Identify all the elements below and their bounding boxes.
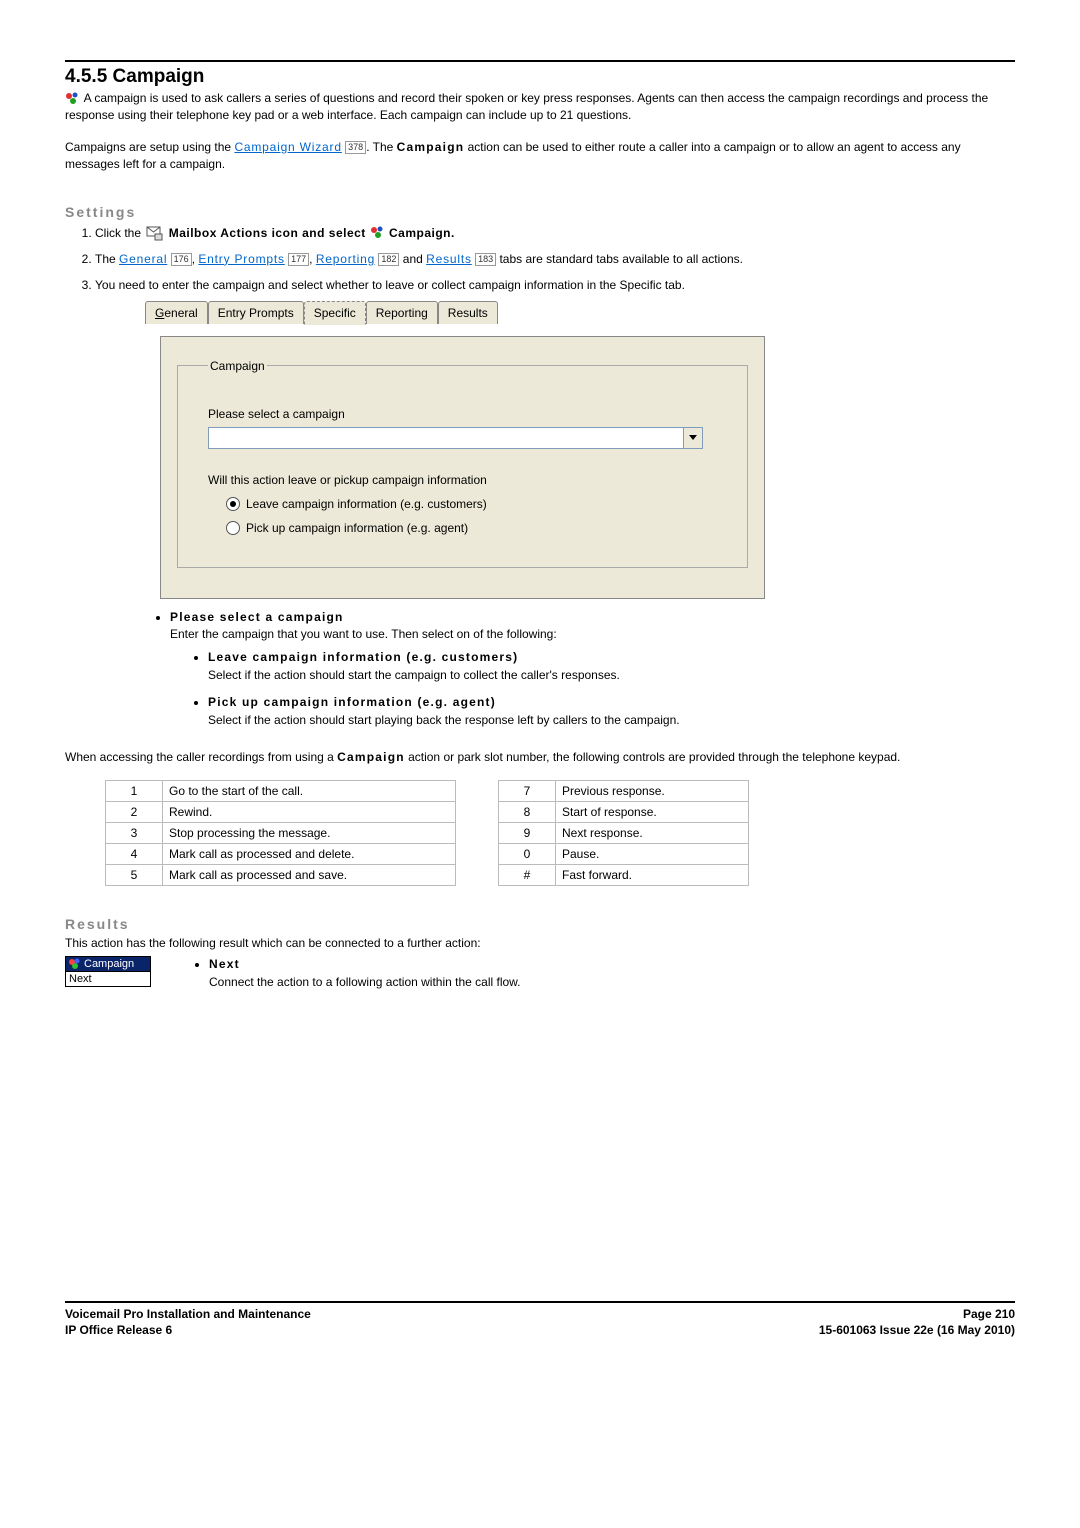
table-row: 4 Mark call as processed and delete. 0 P… — [106, 844, 749, 865]
fieldset-legend: Campaign — [208, 357, 267, 375]
radio-dot-icon — [226, 497, 240, 511]
step-1: Click the Mailbox Actions icon and selec… — [95, 224, 1015, 242]
campaign-combobox[interactable] — [208, 427, 703, 449]
list-item: Please select a campaign Enter the campa… — [170, 609, 1015, 729]
section-heading: 4.5.5 Campaign — [65, 66, 1015, 88]
chevron-down-icon[interactable] — [683, 427, 703, 449]
campaign-icon — [370, 226, 386, 240]
page-ref: 177 — [288, 253, 309, 266]
radio-pickup-label: Pick up campaign information (e.g. agent… — [246, 519, 468, 537]
campaign-icon — [65, 92, 81, 106]
keypad-intro: When accessing the caller recordings fro… — [65, 749, 1015, 766]
radio-leave-label: Leave campaign information (e.g. custome… — [246, 495, 487, 513]
campaign-fieldset: Campaign Please select a campaign Will t… — [177, 357, 748, 568]
radio-pickup[interactable]: Pick up campaign information (e.g. agent… — [226, 519, 717, 537]
results-row: Campaign Next Next Connect the action to… — [65, 956, 1015, 991]
table-row: 2 Rewind. 8 Start of response. — [106, 802, 749, 823]
field-descriptions: Please select a campaign Enter the campa… — [65, 609, 1015, 729]
step-3: You need to enter the campaign and selec… — [95, 276, 1015, 599]
node-title: Campaign — [84, 958, 134, 970]
table-row: 3 Stop processing the message. 9 Next re… — [106, 823, 749, 844]
page-footer: Voicemail Pro Installation and Maintenan… — [65, 1301, 1015, 1338]
page-ref: 183 — [475, 253, 496, 266]
intro-text-1: A campaign is used to ask callers a seri… — [65, 91, 988, 122]
page-ref: 378 — [345, 141, 366, 154]
campaign-bold: Campaign — [397, 140, 465, 154]
select-campaign-label: Please select a campaign — [208, 405, 717, 423]
campaign-node: Campaign Next — [65, 956, 151, 987]
tab-entry-prompts[interactable]: Entry Prompts — [208, 301, 304, 324]
results-heading: Results — [65, 916, 1015, 932]
campaign-combobox-field[interactable] — [208, 427, 683, 449]
results-link[interactable]: Results — [426, 252, 472, 266]
footer-right: Page 210 15-601063 Issue 22e (16 May 201… — [819, 1307, 1015, 1338]
footer-left: Voicemail Pro Installation and Maintenan… — [65, 1307, 311, 1338]
table-row: 5 Mark call as processed and save. # Fas… — [106, 865, 749, 886]
campaign-wizard-link[interactable]: Campaign Wizard — [234, 140, 341, 154]
table-row: 1 Go to the start of the call. 7 Previou… — [106, 781, 749, 802]
radio-leave[interactable]: Leave campaign information (e.g. custome… — [226, 495, 717, 513]
node-result-next: Next — [66, 971, 150, 986]
list-item: Leave campaign information (e.g. custome… — [208, 649, 1015, 684]
intro-paragraph-2: Campaigns are setup using the Campaign W… — [65, 139, 1015, 174]
specific-panel: Campaign Please select a campaign Will t… — [160, 336, 765, 599]
page-ref: 182 — [378, 253, 399, 266]
node-header: Campaign — [66, 957, 150, 971]
tab-results[interactable]: Results — [438, 301, 498, 324]
tab-reporting[interactable]: Reporting — [366, 301, 438, 324]
list-item: Pick up campaign information (e.g. agent… — [208, 694, 1015, 729]
tab-specific[interactable]: Specific — [304, 301, 366, 325]
settings-heading: Settings — [65, 204, 1015, 220]
entry-prompts-link[interactable]: Entry Prompts — [198, 252, 284, 266]
reporting-link[interactable]: Reporting — [316, 252, 375, 266]
results-intro: This action has the following result whi… — [65, 936, 1015, 950]
action-question-label: Will this action leave or pickup campaig… — [208, 471, 717, 489]
page-content: 4.5.5 Campaign A campaign is used to ask… — [0, 0, 1080, 1368]
page-ref: 176 — [171, 253, 192, 266]
list-item: Next Connect the action to a following a… — [209, 956, 521, 991]
campaign-icon — [68, 958, 82, 970]
tab-general[interactable]: General — [145, 301, 208, 324]
intro-paragraph-1: A campaign is used to ask callers a seri… — [65, 90, 1015, 125]
step-2: The General 176, Entry Prompts 177, Repo… — [95, 250, 1015, 268]
keypad-table: 1 Go to the start of the call. 7 Previou… — [105, 780, 749, 886]
settings-steps: Click the Mailbox Actions icon and selec… — [65, 224, 1015, 599]
radio-dot-icon — [226, 521, 240, 535]
dialog-tabs: General Entry Prompts Specific Reporting… — [145, 300, 1015, 324]
rule-top — [65, 60, 1015, 62]
results-list: Next Connect the action to a following a… — [191, 956, 521, 991]
general-link[interactable]: General — [119, 252, 167, 266]
mailbox-actions-icon — [146, 226, 163, 241]
